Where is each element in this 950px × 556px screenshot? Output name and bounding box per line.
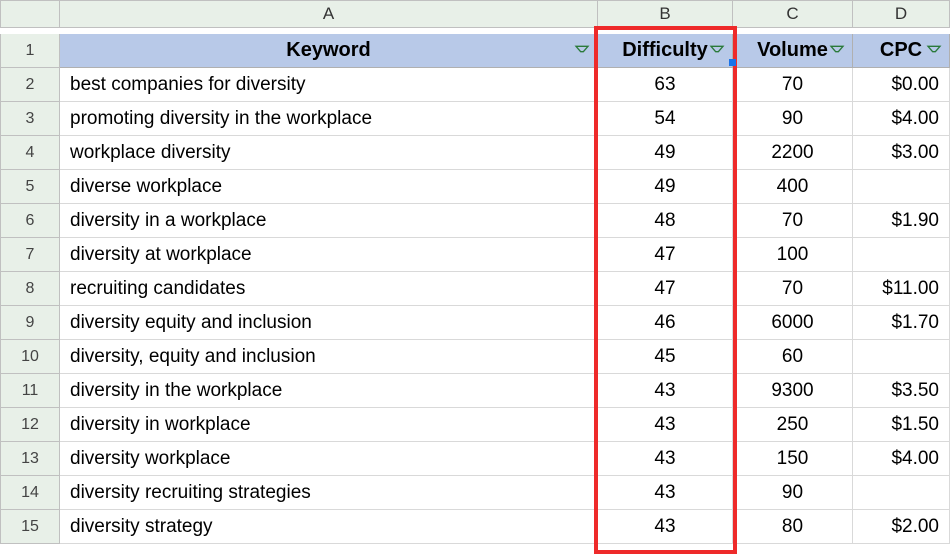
cell-cpc[interactable] [853, 170, 950, 204]
cell-keyword[interactable]: diversity recruiting strategies [60, 476, 598, 510]
header-keyword[interactable]: Keyword [60, 34, 598, 68]
cell-difficulty[interactable]: 43 [598, 374, 733, 408]
cell-volume[interactable]: 70 [733, 272, 853, 306]
cell-cpc[interactable] [853, 238, 950, 272]
cell-difficulty[interactable]: 47 [598, 272, 733, 306]
column-header-d[interactable]: D [853, 0, 950, 28]
header-volume-label: Volume [757, 39, 828, 62]
cell-volume[interactable]: 250 [733, 408, 853, 442]
cell-volume[interactable]: 400 [733, 170, 853, 204]
row-header[interactable]: 3 [0, 102, 60, 136]
cell-keyword[interactable]: diverse workplace [60, 170, 598, 204]
cell-difficulty[interactable]: 43 [598, 442, 733, 476]
cell-keyword[interactable]: workplace diversity [60, 136, 598, 170]
cell-keyword[interactable]: diversity strategy [60, 510, 598, 544]
cell-difficulty[interactable]: 63 [598, 68, 733, 102]
column-header-a[interactable]: A [60, 0, 598, 28]
row-header[interactable]: 12 [0, 408, 60, 442]
cell-cpc[interactable]: $1.50 [853, 408, 950, 442]
cell-volume[interactable]: 150 [733, 442, 853, 476]
cell-difficulty[interactable]: 43 [598, 510, 733, 544]
cell-difficulty[interactable]: 54 [598, 102, 733, 136]
cell-volume[interactable]: 70 [733, 204, 853, 238]
cell-cpc[interactable]: $0.00 [853, 68, 950, 102]
cell-volume[interactable]: 90 [733, 102, 853, 136]
cell-difficulty[interactable]: 48 [598, 204, 733, 238]
cell-volume[interactable]: 9300 [733, 374, 853, 408]
row-header-1[interactable]: 1 [0, 34, 60, 68]
cell-volume[interactable]: 100 [733, 238, 853, 272]
column-header-b[interactable]: B [598, 0, 733, 28]
row-header[interactable]: 10 [0, 340, 60, 374]
row-header[interactable]: 13 [0, 442, 60, 476]
cell-volume[interactable]: 90 [733, 476, 853, 510]
header-keyword-label: Keyword [286, 39, 370, 62]
row-header[interactable]: 5 [0, 170, 60, 204]
corner-cell[interactable] [0, 0, 60, 28]
selection-handle[interactable] [729, 59, 736, 66]
cell-cpc[interactable] [853, 340, 950, 374]
cell-keyword[interactable]: best companies for diversity [60, 68, 598, 102]
row-header[interactable]: 2 [0, 68, 60, 102]
header-difficulty-label: Difficulty [622, 39, 708, 62]
row-header[interactable]: 14 [0, 476, 60, 510]
cell-volume[interactable]: 70 [733, 68, 853, 102]
header-difficulty[interactable]: Difficulty [598, 34, 733, 68]
cell-volume[interactable]: 6000 [733, 306, 853, 340]
cell-difficulty[interactable]: 43 [598, 408, 733, 442]
cell-cpc[interactable]: $4.00 [853, 102, 950, 136]
cell-cpc[interactable]: $3.00 [853, 136, 950, 170]
row-header[interactable]: 11 [0, 374, 60, 408]
row-header[interactable]: 4 [0, 136, 60, 170]
cell-volume[interactable]: 80 [733, 510, 853, 544]
cell-cpc[interactable]: $3.50 [853, 374, 950, 408]
row-header[interactable]: 9 [0, 306, 60, 340]
cell-keyword[interactable]: diversity, equity and inclusion [60, 340, 598, 374]
row-header[interactable]: 6 [0, 204, 60, 238]
filter-icon[interactable] [828, 42, 846, 60]
cell-cpc[interactable]: $2.00 [853, 510, 950, 544]
cell-cpc[interactable]: $4.00 [853, 442, 950, 476]
cell-cpc[interactable] [853, 476, 950, 510]
cell-difficulty[interactable]: 46 [598, 306, 733, 340]
cell-keyword[interactable]: diversity at workplace [60, 238, 598, 272]
row-header[interactable]: 7 [0, 238, 60, 272]
cell-keyword[interactable]: diversity in the workplace [60, 374, 598, 408]
row-header[interactable]: 15 [0, 510, 60, 544]
cell-difficulty[interactable]: 49 [598, 136, 733, 170]
filter-icon[interactable] [708, 42, 726, 60]
cell-difficulty[interactable]: 43 [598, 476, 733, 510]
cell-keyword[interactable]: diversity in a workplace [60, 204, 598, 238]
header-volume[interactable]: Volume [733, 34, 853, 68]
filter-icon[interactable] [925, 42, 943, 60]
cell-cpc[interactable]: $1.90 [853, 204, 950, 238]
cell-cpc[interactable]: $1.70 [853, 306, 950, 340]
cell-volume[interactable]: 2200 [733, 136, 853, 170]
filter-icon[interactable] [573, 42, 591, 60]
cell-keyword[interactable]: diversity in workplace [60, 408, 598, 442]
cell-difficulty[interactable]: 49 [598, 170, 733, 204]
cell-volume[interactable]: 60 [733, 340, 853, 374]
header-cpc-label: CPC [880, 39, 922, 62]
row-header[interactable]: 8 [0, 272, 60, 306]
cell-cpc[interactable]: $11.00 [853, 272, 950, 306]
cell-keyword[interactable]: diversity workplace [60, 442, 598, 476]
cell-keyword[interactable]: recruiting candidates [60, 272, 598, 306]
cell-keyword[interactable]: promoting diversity in the workplace [60, 102, 598, 136]
header-cpc[interactable]: CPC [853, 34, 950, 68]
cell-difficulty[interactable]: 47 [598, 238, 733, 272]
column-header-c[interactable]: C [733, 0, 853, 28]
cell-keyword[interactable]: diversity equity and inclusion [60, 306, 598, 340]
cell-difficulty[interactable]: 45 [598, 340, 733, 374]
